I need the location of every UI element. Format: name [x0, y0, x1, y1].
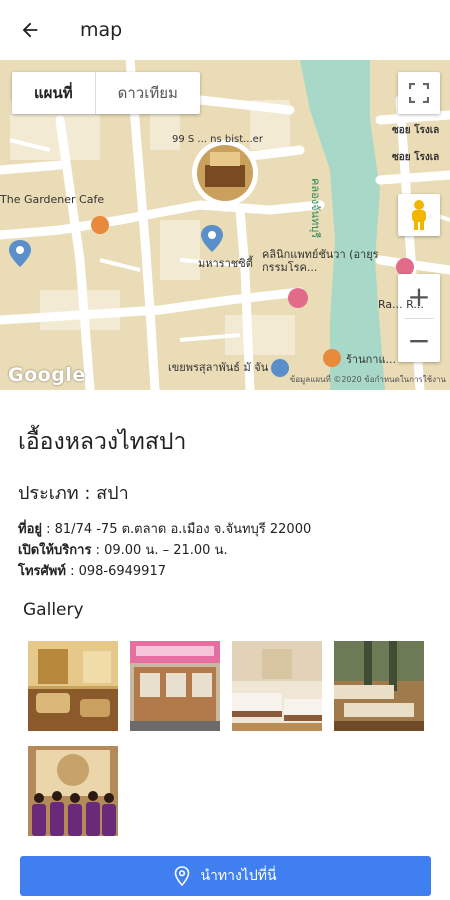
- gallery-thumbnail[interactable]: [130, 641, 220, 731]
- place-info: เอื้องหลวงไทสปา ประเภท : สปา ที่อยู่ : 8…: [18, 424, 438, 582]
- arrow-left-icon: [22, 22, 38, 38]
- fullscreen-icon: [409, 83, 429, 103]
- back-button[interactable]: [0, 0, 60, 60]
- zoom-divider: [404, 318, 434, 319]
- navigate-here-button[interactable]: นำทางไปที่นี่: [20, 856, 431, 896]
- map-label-shop: ร้านกาแ...: [346, 353, 397, 366]
- phone-value[interactable]: : 098-6949917: [66, 564, 166, 579]
- zoom-in-button[interactable]: +: [398, 274, 440, 318]
- zoom-out-button[interactable]: −: [398, 318, 440, 362]
- google-logo: Google: [8, 364, 86, 386]
- address-row: ที่อยู่ : 81/74 -75 ต.ตลาด อ.เมือง จ.จัน…: [18, 519, 438, 540]
- map-label-clinic: คลินิกแพทย์ชันวา (อายุรกรรมโรค...: [262, 248, 379, 274]
- fullscreen-button[interactable]: [398, 72, 440, 114]
- place-name: เอื้องหลวงไทสปา: [18, 429, 187, 455]
- tab-satellite[interactable]: ดาวเทียม: [96, 72, 200, 114]
- page-title: map: [80, 19, 123, 41]
- street-view-button[interactable]: [398, 194, 440, 236]
- phone-row: โทรศัพท์ : 098-6949917: [18, 561, 438, 582]
- map-label-road: เขยพรสุลาพันธ์ มั จัน: [168, 361, 269, 374]
- gallery-thumbnail[interactable]: [28, 641, 118, 731]
- navigate-here-label: นำทางไปที่นี่: [200, 868, 277, 884]
- map-label-cafe: The Gardener Cafe: [0, 193, 105, 206]
- map-view[interactable]: แผนที่ ดาวเทียม + − The Gardener Cafe 99…: [0, 60, 450, 390]
- map-label-canal: คลองจันทบุรี: [309, 178, 322, 239]
- map-label-bistro: 99 S ... ns bist...er: [172, 134, 263, 145]
- map-copyright[interactable]: ข้อมูลแผนที่ ©2020 ข้อกำหนดในการใช้งาน: [290, 373, 446, 386]
- gallery-thumbnail[interactable]: [334, 641, 424, 731]
- hours-value: : 09.00 น. – 21.00 น.: [91, 543, 228, 558]
- map-label-maharaj: มหาราชซิตี้: [198, 257, 253, 270]
- address-value: : 81/74 -75 ต.ตลาด อ.เมือง จ.จันทบุรี 22…: [42, 522, 312, 537]
- location-pin-icon: [175, 866, 190, 886]
- map-label-soi-1: ซอย โรงเล: [392, 125, 440, 136]
- place-details: ที่อยู่ : 81/74 -75 ต.ตลาด อ.เมือง จ.จัน…: [18, 519, 438, 582]
- hours-label: เปิดให้บริการ: [18, 543, 92, 558]
- map-label-soi-2: ซอย โรงเล: [392, 152, 440, 163]
- place-type: ประเภท : สปา: [18, 483, 129, 504]
- tab-map[interactable]: แผนที่: [12, 72, 96, 114]
- address-label: ที่อยู่: [18, 522, 42, 537]
- phone-label: โทรศัพท์: [18, 564, 66, 579]
- hours-row: เปิดให้บริการ : 09.00 น. – 21.00 น.: [18, 540, 438, 561]
- gallery-thumbnail[interactable]: [232, 641, 322, 731]
- app-bar: map: [0, 0, 450, 60]
- map-label-ra: Ra... R...: [378, 298, 424, 311]
- zoom-controls: + −: [398, 274, 440, 362]
- gallery-title: Gallery: [23, 600, 84, 620]
- gallery-thumbnail[interactable]: [28, 746, 118, 836]
- map-type-tabs: แผนที่ ดาวเทียม: [12, 72, 200, 114]
- pegman-icon: [412, 200, 426, 230]
